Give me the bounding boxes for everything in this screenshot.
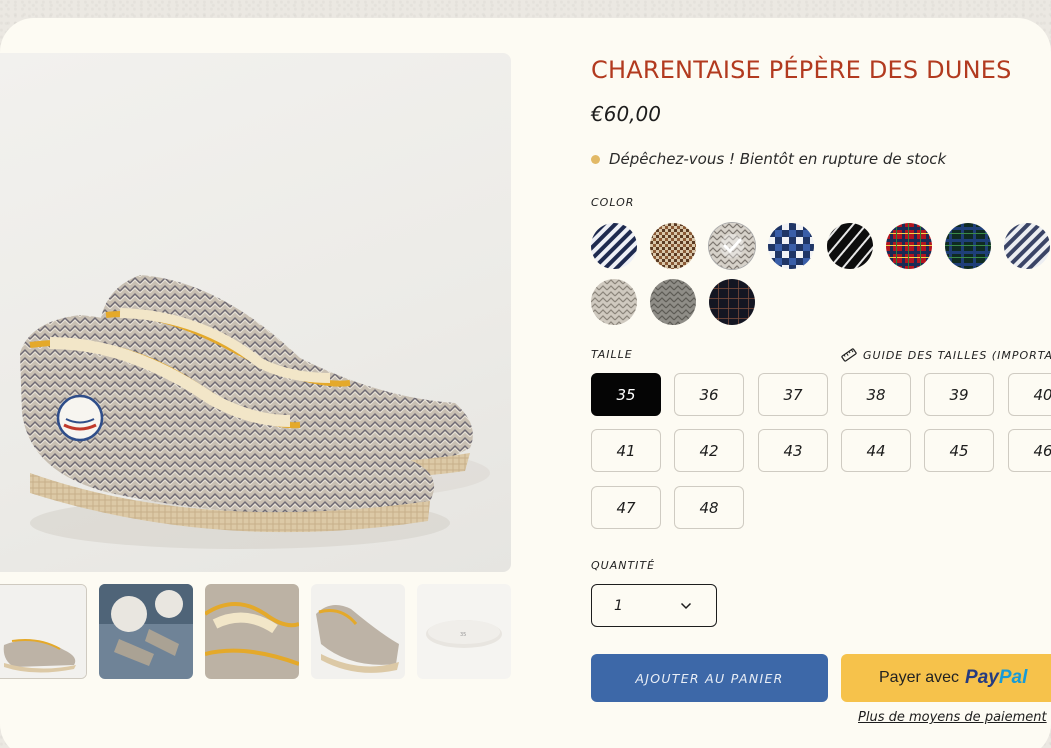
size-option-41[interactable]: 41 — [591, 429, 661, 472]
thumbnail-3[interactable] — [205, 584, 299, 679]
product-panel: 35 CHARENTAISE PÉPÈRE DES DUNES €60,00 D… — [0, 18, 1051, 748]
thumbnail-2[interactable] — [99, 584, 193, 679]
thumbnail-4[interactable] — [311, 584, 405, 679]
size-option-39[interactable]: 39 — [924, 373, 994, 416]
color-swatch-red-tartan[interactable] — [886, 223, 932, 269]
size-option-43[interactable]: 43 — [758, 429, 828, 472]
size-option-40[interactable]: 40 — [1008, 373, 1051, 416]
stock-message: Dépêchez-vous ! Bientôt en rupture de st… — [609, 150, 947, 168]
color-swatch-light-herringbone[interactable] — [591, 279, 637, 325]
color-swatch-navy-windowpane[interactable] — [709, 279, 755, 325]
thumbnail-5[interactable]: 35 — [417, 584, 511, 679]
main-product-image[interactable] — [0, 53, 511, 572]
size-option-42[interactable]: 42 — [674, 429, 744, 472]
quantity-value: 1 — [614, 597, 623, 614]
product-title: CHARENTAISE PÉPÈRE DES DUNES — [591, 56, 1012, 84]
color-swatch-blue-check[interactable] — [768, 223, 814, 269]
size-option-35[interactable]: 35 — [591, 373, 661, 416]
slipper-illustration — [20, 275, 490, 549]
paypal-prefix: Payer avec — [879, 669, 960, 686]
size-label: TAILLE — [591, 348, 633, 361]
thumbnail-strip: 35 — [0, 584, 520, 679]
size-option-45[interactable]: 45 — [924, 429, 994, 472]
ruler-icon — [841, 348, 857, 362]
size-option-38[interactable]: 38 — [841, 373, 911, 416]
size-guide-link[interactable]: GUIDE DES TAILLES (IMPORTANT) — [841, 348, 1051, 362]
size-option-47[interactable]: 47 — [591, 486, 661, 529]
color-swatch-grey-stripe[interactable] — [1004, 223, 1050, 269]
size-option-44[interactable]: 44 — [841, 429, 911, 472]
color-swatch-green-tartan[interactable] — [945, 223, 991, 269]
size-option-46[interactable]: 46 — [1008, 429, 1051, 472]
stock-indicator-dot — [591, 154, 600, 164]
paypal-logo-pay: Pay — [965, 667, 999, 688]
add-to-cart-button[interactable]: AJOUTER AU PANIER — [591, 654, 828, 702]
color-label: COLOR — [591, 196, 635, 209]
more-payment-options-link[interactable]: Plus de moyens de paiement — [858, 710, 1047, 725]
size-option-36[interactable]: 36 — [674, 373, 744, 416]
thumbnail-1[interactable] — [0, 584, 87, 679]
svg-text:35: 35 — [460, 632, 466, 638]
size-guide-label: GUIDE DES TAILLES (IMPORTANT) — [863, 348, 1051, 362]
color-swatch-dark-herringbone[interactable] — [650, 279, 696, 325]
color-swatch-navy-stripe[interactable] — [591, 223, 637, 269]
color-swatch-brown-houndstooth[interactable] — [650, 223, 696, 269]
quantity-label: QUANTITÉ — [591, 559, 656, 572]
stock-warning: Dépêchez-vous ! Bientôt en rupture de st… — [591, 150, 946, 168]
color-swatch-grey-herringbone[interactable] — [709, 223, 755, 269]
quantity-select[interactable]: 1 — [591, 584, 717, 627]
product-price: €60,00 — [591, 102, 661, 126]
size-option-48[interactable]: 48 — [674, 486, 744, 529]
paypal-logo-pal: Pal — [998, 667, 1028, 688]
color-swatch-black-white-stripe[interactable] — [827, 223, 873, 269]
paypal-button[interactable]: Payer avec Pay Pal — [841, 654, 1051, 702]
chevron-down-icon — [680, 602, 692, 609]
size-option-37[interactable]: 37 — [758, 373, 828, 416]
